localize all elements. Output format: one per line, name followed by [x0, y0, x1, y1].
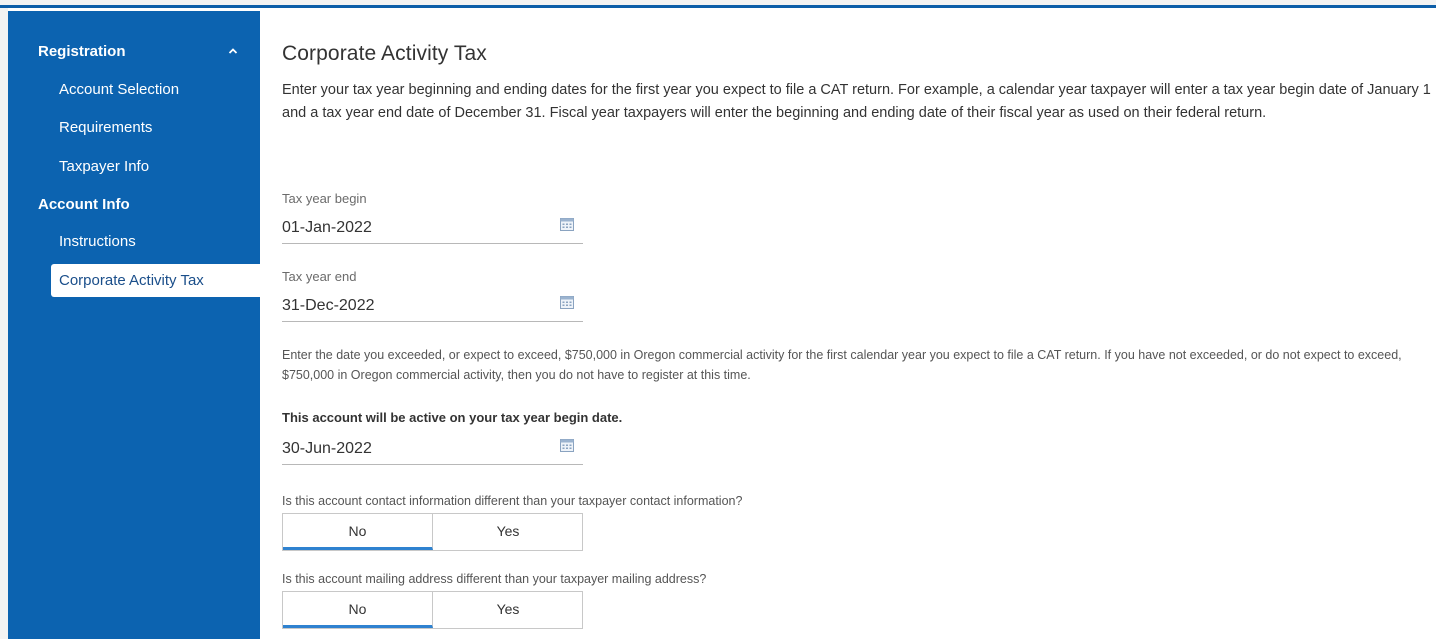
tax-year-end-value: 31-Dec-2022 [282, 297, 375, 314]
sidebar-item-label: Corporate Activity Tax [59, 272, 204, 289]
sidebar-section-registration[interactable]: Registration [8, 42, 260, 62]
sidebar-section-label: Account Info [38, 196, 130, 213]
tax-year-end-label: Tax year end [282, 269, 357, 284]
tax-year-end-field[interactable]: 31-Dec-2022 [282, 292, 583, 322]
page-title: Corporate Activity Tax [282, 42, 487, 65]
sidebar-item-label: Taxpayer Info [59, 158, 150, 175]
sidebar: Registration Account Selection Requireme… [8, 11, 260, 639]
tax-year-begin-field[interactable]: 01-Jan-2022 [282, 214, 583, 244]
sidebar-section-label: Registration [38, 43, 126, 60]
contact-info-question: Is this account contact information diff… [282, 494, 743, 508]
sidebar-item-label: Instructions [59, 233, 136, 250]
mailing-yes-button[interactable]: Yes [433, 592, 583, 628]
sidebar-item-account-selection[interactable]: Account Selection [8, 80, 260, 100]
sidebar-item-requirements[interactable]: Requirements [8, 118, 260, 138]
intro-text: Enter your tax year beginning and ending… [282, 82, 1431, 121]
left-edge [0, 8, 8, 639]
sidebar-item-label: Account Selection [59, 81, 180, 98]
commercial-activity-note: Enter the date you exceeded, or expect t… [282, 348, 1402, 382]
mailing-address-toggle: No Yes [282, 591, 583, 629]
sidebar-item-corporate-activity-tax[interactable]: Corporate Activity Tax [51, 264, 260, 297]
sidebar-item-taxpayer-info[interactable]: Taxpayer Info [8, 157, 260, 177]
tax-year-begin-value: 01-Jan-2022 [282, 219, 372, 236]
calendar-icon[interactable] [559, 216, 575, 232]
active-date-value: 30-Jun-2022 [282, 440, 372, 457]
sidebar-item-label: Requirements [59, 119, 153, 136]
chevron-up-icon[interactable] [228, 46, 238, 56]
tax-year-begin-label: Tax year begin [282, 191, 367, 206]
contact-yes-button[interactable]: Yes [433, 514, 583, 550]
top-border-bar [0, 0, 1436, 8]
sidebar-item-instructions[interactable]: Instructions [8, 232, 260, 252]
calendar-icon[interactable] [559, 294, 575, 310]
calendar-icon[interactable] [559, 437, 575, 453]
contact-no-button[interactable]: No [283, 514, 433, 550]
mailing-address-question: Is this account mailing address differen… [282, 572, 707, 586]
mailing-no-button[interactable]: No [283, 592, 433, 628]
main-content: Corporate Activity Tax Enter your tax ye… [282, 11, 1436, 639]
sidebar-section-account-info[interactable]: Account Info [8, 195, 260, 215]
contact-info-toggle: No Yes [282, 513, 583, 551]
active-date-label: This account will be active on your tax … [282, 410, 623, 425]
active-date-field[interactable]: 30-Jun-2022 [282, 435, 583, 465]
